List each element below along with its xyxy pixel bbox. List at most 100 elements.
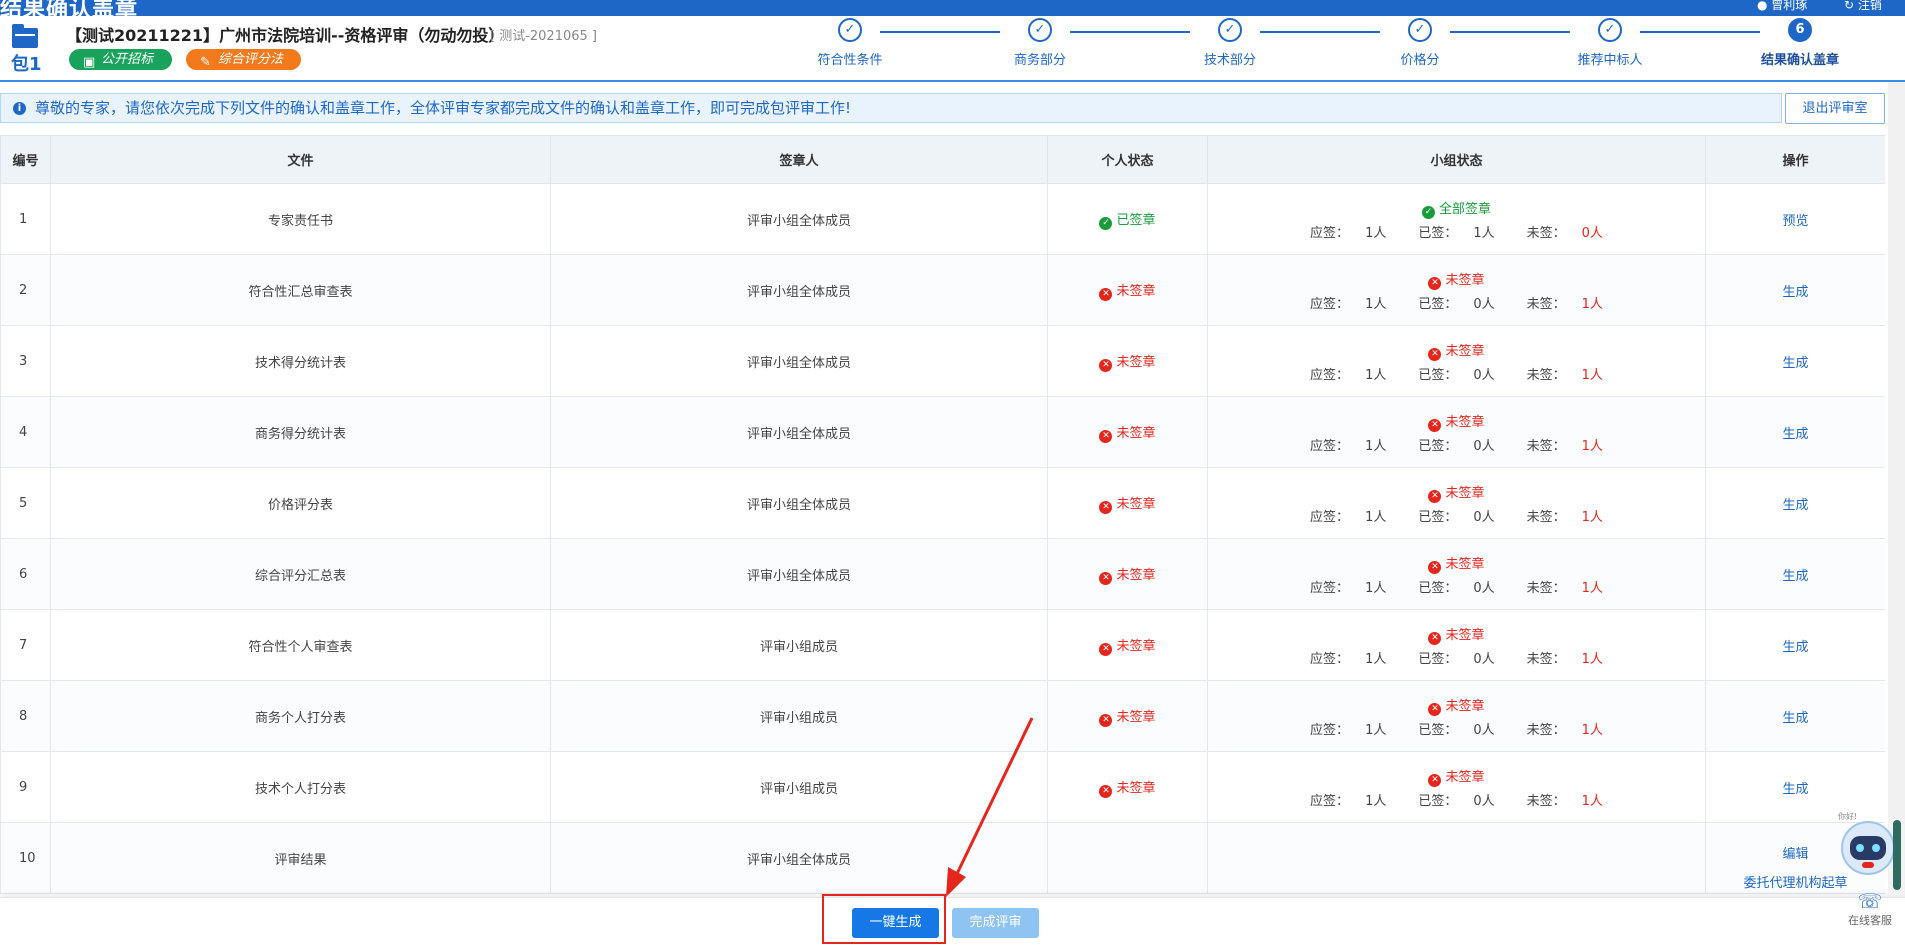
file-name: 技术得分统计表 — [50, 325, 551, 397]
step-label: 结果确认盖章 — [1760, 53, 1839, 68]
signed-value: 0人 — [1473, 367, 1495, 383]
signed-value: 0人 — [1473, 296, 1495, 312]
signed-label: 已签： — [1418, 225, 1458, 241]
group-status — [1207, 822, 1706, 894]
step-technical[interactable]: ✓ 技术部分 — [1160, 18, 1300, 68]
operation-link[interactable]: 生成 — [1782, 782, 1808, 797]
logout-link[interactable]: ↻ 注销 — [1844, 0, 1882, 13]
x-circle-icon: ✕ — [1428, 489, 1442, 503]
row-number: 8 — [0, 680, 51, 752]
operations: 生成 — [1705, 325, 1885, 397]
unsigned-value: 1人 — [1581, 438, 1603, 454]
should-sign-label: 应签： — [1310, 722, 1350, 738]
operation-link[interactable]: 生成 — [1782, 285, 1808, 300]
folder-icon — [10, 24, 40, 48]
unsigned-count: 未签： 1人 — [1519, 368, 1611, 383]
annotation-arrow — [946, 717, 1034, 897]
top-bar: 结果确认盖章 ● 曾利琢 ↻ 注销 — [0, 0, 1905, 22]
scrollbar[interactable] — [1888, 82, 1905, 897]
info-icon: i — [13, 102, 26, 115]
should-sign-value: 1人 — [1365, 580, 1387, 596]
signed-value: 0人 — [1473, 438, 1495, 454]
operation-link[interactable]: 预览 — [1782, 214, 1808, 229]
group-status: ✕ 未签章 应签： 1人 已签： 0人 未签： 1人 — [1207, 680, 1706, 752]
should-sign-label: 应签： — [1310, 296, 1350, 312]
signer: 评审小组成员 — [550, 609, 1048, 681]
exit-review-button[interactable]: 退出评审室 — [1785, 93, 1885, 124]
personal-status-label: 未签章 — [1116, 425, 1156, 441]
operation-link[interactable]: 生成 — [1782, 569, 1808, 584]
personal-status: ✕ 未签章 — [1047, 254, 1208, 326]
step-price[interactable]: ✓ 价格分 — [1350, 18, 1490, 68]
online-service[interactable]: ☏ 在线客服 — [1840, 890, 1900, 928]
check-circle-icon: ✓ — [1099, 216, 1113, 230]
should-sign-label: 应签： — [1310, 651, 1350, 667]
should-sign-count: 应签： 1人 — [1302, 297, 1394, 312]
signer: 评审小组全体成员 — [550, 183, 1048, 255]
step-compliance[interactable]: ✓ 符合性条件 — [780, 18, 920, 68]
group-status-label: 未签章 — [1445, 556, 1485, 572]
assistant-robot-icon[interactable] — [1838, 818, 1898, 878]
row-number: 4 — [0, 396, 51, 468]
group-counts: 应签： 1人 已签： 1人 未签： 0人 — [1208, 222, 1705, 241]
personal-status-label: 已签章 — [1116, 212, 1156, 228]
headset-icon: ☏ — [1857, 889, 1883, 913]
operation-link[interactable]: 生成 — [1782, 498, 1808, 513]
table-row: 1 专家责任书 评审小组全体成员 ✓ 已签章 ✓ 全部签章 应签： 1人 已签： 1人 未签： 0人 预览 — [0, 183, 1885, 255]
row-number: 7 — [0, 609, 51, 681]
x-circle-icon: ✕ — [1099, 713, 1113, 727]
operation-link[interactable]: 生成 — [1782, 427, 1808, 442]
file-name: 商务得分统计表 — [50, 396, 551, 468]
operations: 生成 — [1705, 609, 1885, 681]
signed-count: 已签： 0人 — [1410, 652, 1502, 667]
check-icon: ✓ — [838, 18, 862, 42]
step-confirm-seal[interactable]: 6 结果确认盖章 — [1730, 18, 1870, 68]
x-circle-icon: ✕ — [1428, 631, 1442, 645]
row-number: 10 — [0, 822, 51, 894]
personal-status-label: 未签章 — [1116, 567, 1156, 583]
step-label: 技术部分 — [1203, 53, 1256, 68]
operation-link[interactable]: 生成 — [1782, 711, 1808, 726]
unsigned-value: 1人 — [1581, 367, 1603, 383]
should-sign-value: 1人 — [1365, 651, 1387, 667]
x-circle-icon: ✕ — [1428, 276, 1442, 290]
unsigned-label: 未签： — [1526, 722, 1566, 738]
group-status-badge: ✕ 未签章 — [1208, 482, 1705, 503]
table-row: 2 符合性汇总审查表 评审小组全体成员 ✕ 未签章 ✕ 未签章 应签： 1人 已签： 0人 未签： 1人… — [0, 254, 1885, 326]
group-counts: 应签： 1人 已签： 0人 未签： 1人 — [1208, 435, 1705, 454]
user-name[interactable]: ● 曾利琢 — [1757, 0, 1807, 13]
should-sign-value: 1人 — [1365, 722, 1387, 738]
personal-status: ✕ 未签章 — [1047, 538, 1208, 610]
finish-review-button[interactable]: 完成评审 — [952, 908, 1039, 938]
group-status-label: 未签章 — [1445, 343, 1485, 359]
group-status-badge: ✕ 未签章 — [1208, 269, 1705, 290]
x-circle-icon: ✕ — [1428, 560, 1442, 574]
group-counts: 应签： 1人 已签： 0人 未签： 1人 — [1208, 293, 1705, 312]
should-sign-value: 1人 — [1365, 367, 1387, 383]
project-code: [ 测试-2021065 ] — [490, 29, 597, 44]
signed-count: 已签： 0人 — [1410, 439, 1502, 454]
signed-label: 已签： — [1418, 438, 1458, 454]
tag-label: 公开招标 — [101, 52, 154, 67]
operation-link[interactable]: 生成 — [1782, 640, 1808, 655]
signed-label: 已签： — [1418, 367, 1458, 383]
group-counts: 应签： 1人 已签： 0人 未签： 1人 — [1208, 506, 1705, 525]
operation-link[interactable]: 生成 — [1782, 356, 1808, 371]
operations: 生成 — [1705, 680, 1885, 752]
online-service-label: 在线客服 — [1848, 914, 1892, 927]
group-status-label: 未签章 — [1445, 414, 1485, 430]
scroll-thumb[interactable] — [1893, 820, 1901, 890]
group-status-badge: ✕ 未签章 — [1208, 624, 1705, 645]
row-number: 9 — [0, 751, 51, 823]
should-sign-count: 应签： 1人 — [1302, 439, 1394, 454]
group-counts: 应签： 1人 已签： 0人 未签： 1人 — [1208, 577, 1705, 596]
signed-count: 已签： 0人 — [1410, 581, 1502, 596]
step-business[interactable]: ✓ 商务部分 — [970, 18, 1110, 68]
signer: 评审小组全体成员 — [550, 538, 1048, 610]
group-status-label: 未签章 — [1445, 769, 1485, 785]
step-recommend[interactable]: ✓ 推荐中标人 — [1540, 18, 1680, 68]
check-icon: ✓ — [1218, 18, 1242, 42]
should-sign-label: 应签： — [1310, 509, 1350, 525]
x-circle-icon: ✕ — [1428, 347, 1442, 361]
table-row: 4 商务得分统计表 评审小组全体成员 ✕ 未签章 ✕ 未签章 应签： 1人 已签： 0人 未签： 1人生… — [0, 396, 1885, 468]
